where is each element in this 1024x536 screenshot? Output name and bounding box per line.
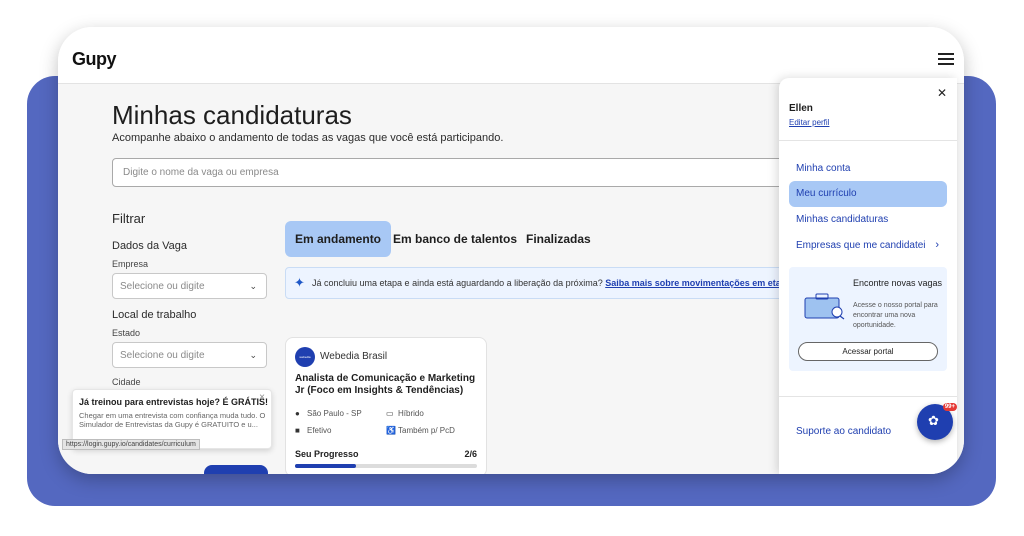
menu-item-empresas-label: Empresas que me candidatei [796,240,926,251]
tab-banco-de-talentos[interactable]: Em banco de talentos [383,221,527,257]
page-title: Minhas candidaturas [112,100,352,130]
chat-button[interactable]: ✿ 99+ [917,403,957,440]
company-select[interactable]: Selecione ou digite ⌄ [112,273,267,299]
workplace-meta: ▭ Híbrido [386,409,424,418]
location-meta: ● São Paulo - SP [295,409,362,418]
close-icon[interactable]: ✕ [937,86,947,100]
edit-profile-link[interactable]: Editar perfil [789,118,829,127]
toast-action-button[interactable] [204,465,268,474]
page-subtitle: Acompanhe abaixo o andamento de todas as… [112,132,504,144]
filter-section-job: Dados da Vaga [112,240,188,252]
browser-frame: Gupy Minhas candidaturas Acompanhe abaix… [58,27,964,474]
state-select-placeholder: Selecione ou digite [120,350,205,361]
menu-item-minha-conta[interactable]: Minha conta [789,156,947,182]
filter-title: Filtrar [112,211,146,226]
city-label: Cidade [112,377,141,387]
sparkle-icon: ✦ [294,275,305,290]
briefcase-illustration-icon [804,293,845,320]
status-url: https://login.gupy.io/candidates/curricu… [62,439,200,450]
toast-body: Chegar em uma entrevista com confiança m… [79,411,266,429]
tab-em-andamento[interactable]: Em andamento [285,221,392,257]
menu-item-minhas-candidaturas[interactable]: Minhas candidaturas [789,207,947,233]
contract-text: Efetivo [307,426,332,435]
state-label: Estado [112,328,141,338]
tab-finalizadas[interactable]: Finalizadas [516,221,601,257]
notification-badge: 99+ [942,403,957,411]
pcd-meta: ♿ Também p/ PcD [386,426,455,435]
application-card[interactable]: webedia Webedia Brasil Analista de Comun… [285,337,487,474]
briefcase-icon: ■ [295,426,300,435]
menu-item-meu-curriculo[interactable]: Meu currículo [789,181,947,207]
job-title[interactable]: Analista de Comunicação e Marketing Jr (… [295,373,481,397]
promo-title: Encontre novas vagas [853,278,943,288]
pcd-text: Também p/ PcD [398,426,455,435]
menu-item-empresas[interactable]: Empresas que me candidatei › [789,233,947,259]
top-bar: Gupy [58,27,964,84]
pin-icon: ● [295,409,300,418]
company-name: Webedia Brasil [320,351,388,362]
chevron-right-icon: › [935,239,939,251]
progress-value: 2/6 [464,449,477,459]
info-banner: ✦ Já concluiu uma etapa e ainda está agu… [285,267,845,299]
info-text: Já concluiu uma etapa e ainda está aguar… [312,278,603,288]
support-link[interactable]: Suporte ao candidato [796,426,891,437]
info-link[interactable]: Saiba mais sobre movimentações em etapas [605,278,796,288]
state-select[interactable]: Selecione ou digite ⌄ [112,342,267,368]
company-select-placeholder: Selecione ou digite [120,281,205,292]
progress-label: Seu Progresso [295,449,359,459]
workplace-text: Híbrido [398,409,424,418]
progress-bar [295,464,477,468]
divider [779,140,957,141]
company-label: Empresa [112,259,149,269]
location-text: São Paulo - SP [307,409,362,418]
user-name: Ellen [789,103,813,114]
close-icon[interactable]: × [259,392,265,403]
progress-fill [295,464,356,468]
promo-description: Acesse o nosso portal para encontrar uma… [853,302,938,329]
divider [779,396,957,397]
chevron-down-icon: ⌄ [249,281,257,291]
monitor-icon: ▭ [386,409,394,418]
filter-section-location: Local de trabalho [112,309,197,321]
gupy-logo[interactable]: Gupy [72,49,117,70]
chevron-down-icon: ⌄ [249,350,257,360]
accessibility-icon: ♿ [386,426,396,435]
company-logo: webedia [295,347,315,367]
chat-icon: ✿ [928,413,939,428]
contract-meta: ■ Efetivo [295,426,331,435]
promo-card: Encontre novas vagas Acesse o nosso port… [789,267,947,371]
access-portal-button[interactable]: Acessar portal [798,342,938,361]
hamburger-icon[interactable] [938,53,954,65]
search-input[interactable]: Digite o nome da vaga ou empresa [112,158,852,187]
toast-title: Já treinou para entrevistas hoje? É GRÁT… [79,397,269,407]
